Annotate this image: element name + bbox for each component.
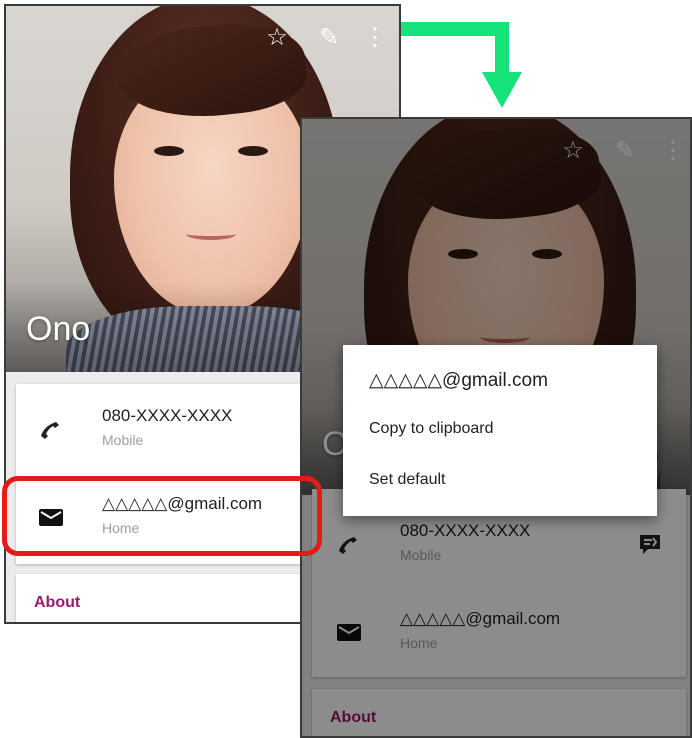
more-vert-icon[interactable]: ⋮ bbox=[360, 26, 390, 50]
contact-name: Ono bbox=[26, 310, 91, 348]
transition-arrow-head bbox=[482, 72, 522, 108]
transition-arrow bbox=[401, 22, 509, 36]
phone-type: Mobile bbox=[102, 432, 144, 448]
copy-to-clipboard-option[interactable]: Copy to clipboard bbox=[369, 420, 494, 438]
context-menu-title: △△△△△@gmail.com bbox=[369, 370, 548, 391]
email-context-menu: △△△△△@gmail.com Copy to clipboard Set de… bbox=[343, 345, 657, 516]
contact-detail-screen-with-menu: ☆ ✎ ⋮ Ono 080-XXXX-XXXX Mobile △△△△△@gma… bbox=[300, 117, 692, 738]
about-label[interactable]: About bbox=[34, 594, 80, 612]
star-icon[interactable]: ☆ bbox=[262, 26, 292, 50]
edit-icon[interactable]: ✎ bbox=[314, 26, 344, 50]
phone-number: 080-XXXX-XXXX bbox=[102, 406, 233, 425]
set-default-option[interactable]: Set default bbox=[369, 471, 446, 489]
transition-arrow-stem bbox=[495, 22, 509, 74]
phone-icon bbox=[38, 418, 64, 440]
email-row-highlight bbox=[2, 476, 322, 556]
